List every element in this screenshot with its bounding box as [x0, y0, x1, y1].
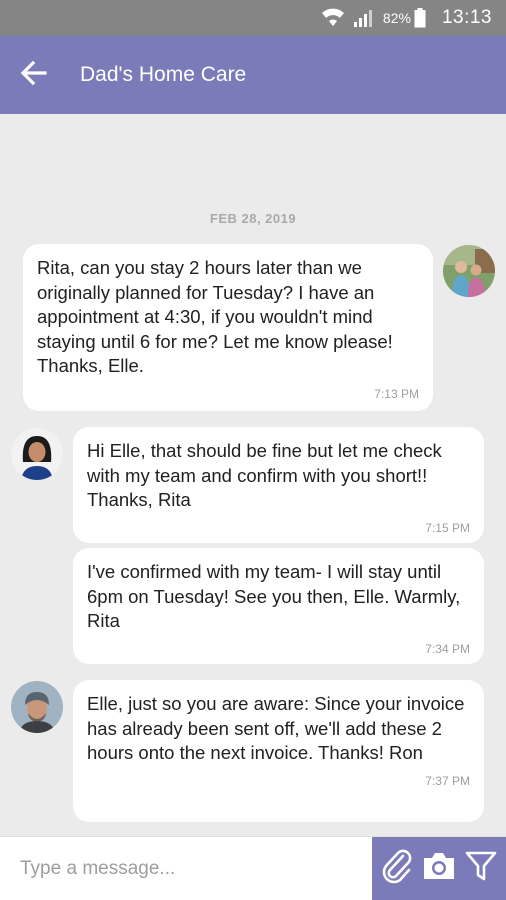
avatar-elle[interactable]: [443, 245, 495, 297]
message-text: Hi Elle, that should be fine but let me …: [87, 440, 442, 510]
status-clock: 13:13: [441, 7, 492, 28]
back-button[interactable]: [6, 47, 62, 103]
message-bubble[interactable]: Hi Elle, that should be fine but let me …: [73, 427, 484, 543]
message-bubble[interactable]: I've confirmed with my team- I will stay…: [73, 548, 484, 664]
message-time: 7:37 PM: [425, 773, 470, 788]
date-separator: FEB 28, 2019: [209, 211, 297, 226]
message-time: 7:13 PM: [374, 386, 419, 401]
avatar-ron[interactable]: [11, 681, 63, 733]
battery-icon: [414, 8, 426, 28]
message-time: 7:15 PM: [425, 520, 470, 535]
filter-button[interactable]: [462, 849, 500, 889]
arrow-left-icon: [19, 58, 49, 93]
conversation-title: Dad's Home Care: [80, 63, 247, 86]
camera-icon: [421, 850, 457, 887]
app-bar: Dad's Home Care: [0, 36, 506, 114]
message-input[interactable]: [0, 837, 372, 900]
message-bubble[interactable]: Elle, just so you are aware: Since your …: [73, 680, 484, 822]
message-text: Rita, can you stay 2 hours later than we…: [37, 257, 393, 376]
signal-icon: [353, 8, 375, 28]
message-bubble[interactable]: Rita, can you stay 2 hours later than we…: [23, 244, 433, 411]
battery-level: 82%: [382, 10, 411, 26]
message-time: 7:34 PM: [425, 641, 470, 656]
message-list[interactable]: FEB 28, 2019 Rita, can you stay 2 hours …: [0, 114, 506, 836]
attach-button[interactable]: [378, 849, 416, 889]
composer-actions: [372, 837, 506, 900]
filter-icon: [465, 850, 497, 887]
message-composer: [0, 836, 506, 900]
status-bar: 82% 13:13: [0, 0, 506, 36]
avatar-rita[interactable]: [11, 428, 63, 480]
message-text: I've confirmed with my team- I will stay…: [87, 561, 461, 631]
camera-button[interactable]: [420, 849, 458, 889]
paperclip-icon: [381, 848, 413, 889]
wifi-icon: [321, 8, 345, 28]
message-text: Elle, just so you are aware: Since your …: [87, 693, 465, 763]
